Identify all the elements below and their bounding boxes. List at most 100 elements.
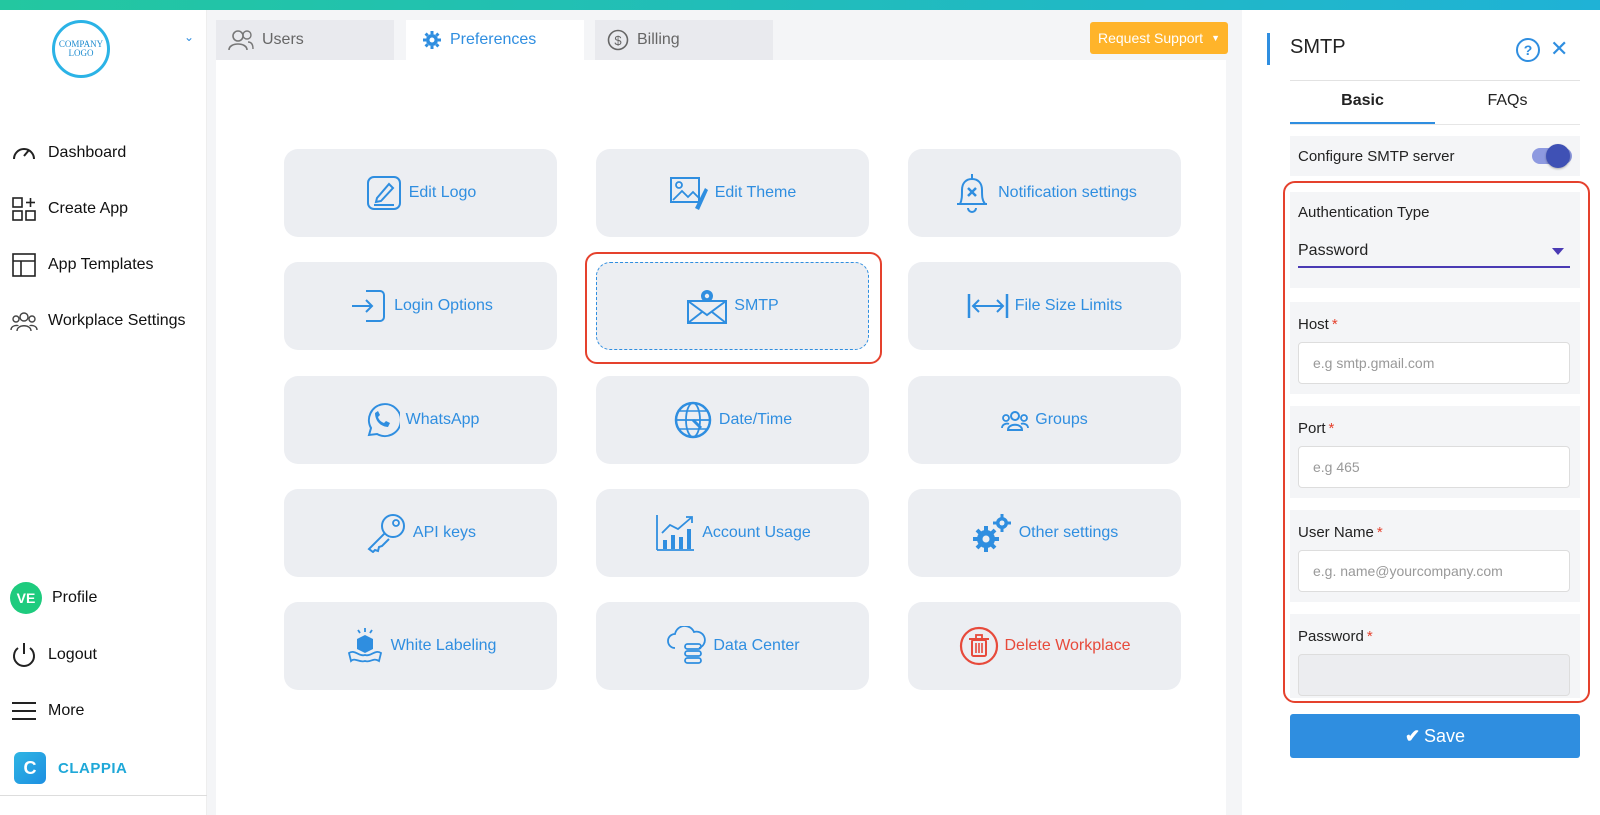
select-underline	[1298, 266, 1570, 268]
port-label: Port *	[1298, 420, 1334, 437]
password-input[interactable]	[1298, 654, 1570, 696]
brand-logo[interactable]: C CLAPPIA	[14, 752, 127, 784]
auth-type-label: Authentication Type	[1298, 204, 1430, 221]
divider	[0, 795, 207, 796]
tab-label: Billing	[637, 31, 680, 48]
tile-label: Edit Logo	[408, 184, 477, 201]
host-label: Host *	[1298, 316, 1338, 333]
save-button[interactable]: ✔ Save	[1290, 714, 1580, 758]
password-label-text: Password	[1298, 628, 1364, 645]
required-mark: *	[1331, 316, 1338, 333]
gauge-icon	[10, 139, 38, 167]
required-mark: *	[1366, 628, 1373, 645]
sidebar-item-more[interactable]: More	[10, 696, 84, 726]
tile-other-settings[interactable]: Other settings	[908, 489, 1181, 577]
request-support-button[interactable]: Request Support ▼	[1090, 22, 1228, 54]
auth-type-field: Authentication Type Password	[1290, 192, 1580, 288]
sidebar-item-profile[interactable]: VE Profile	[10, 582, 98, 614]
username-input[interactable]	[1298, 550, 1570, 592]
clappia-logo-icon: C	[14, 752, 46, 784]
whatsapp-icon	[362, 401, 400, 439]
top-gradient-bar	[0, 0, 1600, 10]
dollar-icon: $	[607, 29, 629, 51]
tab-label: Preferences	[450, 31, 537, 48]
tile-whatsapp[interactable]: WhatsApp	[284, 376, 557, 464]
groups-icon	[1001, 409, 1030, 431]
tab-label: Users	[262, 31, 304, 48]
svg-text:$: $	[614, 33, 622, 48]
tile-label: Edit Theme	[714, 184, 797, 201]
port-input[interactable]	[1298, 446, 1570, 488]
arrows-icon	[967, 291, 1009, 321]
configure-smtp-label: Configure SMTP server	[1298, 147, 1455, 165]
sidebar-item-label: More	[48, 702, 85, 719]
tile-white-labeling[interactable]: White Labeling	[284, 602, 557, 690]
required-mark: *	[1328, 420, 1335, 437]
tile-groups[interactable]: Groups	[908, 376, 1181, 464]
chart-icon	[654, 513, 696, 553]
tile-login-options[interactable]: Login Options	[284, 262, 557, 350]
username-label: User Name *	[1298, 524, 1383, 541]
divider	[1290, 80, 1580, 81]
power-icon	[10, 641, 38, 669]
port-label-text: Port	[1298, 420, 1326, 437]
sidebar-item-app-templates[interactable]: App Templates	[10, 250, 154, 280]
tab-faqs[interactable]: FAQs	[1435, 92, 1580, 124]
globe-clock-icon	[673, 400, 713, 440]
caret-down-icon[interactable]	[1552, 248, 1564, 255]
edit-logo-icon	[365, 174, 403, 212]
company-logo[interactable]: COMPANY LOGO	[52, 20, 110, 78]
help-icon[interactable]: ?	[1516, 38, 1540, 62]
tile-label: Groups	[1035, 411, 1088, 428]
tab-users[interactable]: Users	[216, 20, 394, 60]
tile-notification-settings[interactable]: Notification settings	[908, 149, 1181, 237]
password-label: Password *	[1298, 628, 1373, 645]
username-field: User Name *	[1290, 510, 1580, 602]
tile-label: Delete Workplace	[1004, 637, 1131, 654]
sidebar-item-label: Dashboard	[48, 144, 127, 161]
tab-basic[interactable]: Basic	[1290, 92, 1435, 124]
tile-api-keys[interactable]: API keys	[284, 489, 557, 577]
sidebar-item-label: App Templates	[48, 256, 154, 273]
tile-file-size-limits[interactable]: File Size Limits	[908, 262, 1181, 350]
sidebar-item-dashboard[interactable]: Dashboard	[10, 138, 126, 168]
logo-text-line2: LOGO	[68, 48, 94, 58]
host-label-text: Host	[1298, 316, 1329, 333]
selection-highlight	[585, 252, 882, 364]
tile-label: Login Options	[394, 297, 493, 314]
tile-delete-workplace[interactable]: Delete Workplace	[908, 602, 1181, 690]
tile-label: API keys	[412, 524, 477, 541]
tile-account-usage[interactable]: Account Usage	[596, 489, 869, 577]
tile-label: Other settings	[1018, 524, 1119, 541]
tile-date-time[interactable]: Date/Time	[596, 376, 869, 464]
close-icon[interactable]: ✕	[1550, 36, 1568, 62]
tab-preferences[interactable]: Preferences	[406, 20, 584, 60]
gears-icon	[971, 512, 1013, 554]
gear-icon	[422, 30, 442, 50]
sidebar-item-label: Create App	[48, 200, 129, 217]
avatar: VE	[10, 582, 42, 614]
auth-type-select[interactable]: Password	[1298, 242, 1368, 260]
bell-icon	[952, 172, 992, 214]
trash-icon	[959, 626, 999, 666]
tab-billing[interactable]: $ Billing	[595, 20, 773, 60]
required-mark: *	[1376, 524, 1383, 541]
tile-label: White Labeling	[390, 637, 497, 654]
tile-data-center[interactable]: Data Center	[596, 602, 869, 690]
toggle-knob[interactable]	[1546, 144, 1570, 168]
sidebar-item-logout[interactable]: Logout	[10, 640, 97, 670]
menu-icon	[10, 697, 38, 725]
users-icon	[228, 29, 254, 51]
sidebar-item-workplace-settings[interactable]: Workplace Settings	[10, 306, 186, 336]
tile-edit-theme[interactable]: Edit Theme	[596, 149, 869, 237]
sidebar-item-create-app[interactable]: Create App	[10, 194, 128, 224]
host-input[interactable]	[1298, 342, 1570, 384]
panel-title-accent	[1267, 33, 1270, 65]
box-icon	[345, 627, 385, 665]
chevron-down-icon[interactable]: ⌄	[184, 30, 194, 44]
tile-label: Notification settings	[998, 184, 1137, 201]
sidebar-item-label: Profile	[52, 589, 98, 606]
tile-edit-logo[interactable]: Edit Logo	[284, 149, 557, 237]
request-support-label: Request Support	[1098, 30, 1204, 46]
tile-label: File Size Limits	[1014, 297, 1123, 314]
